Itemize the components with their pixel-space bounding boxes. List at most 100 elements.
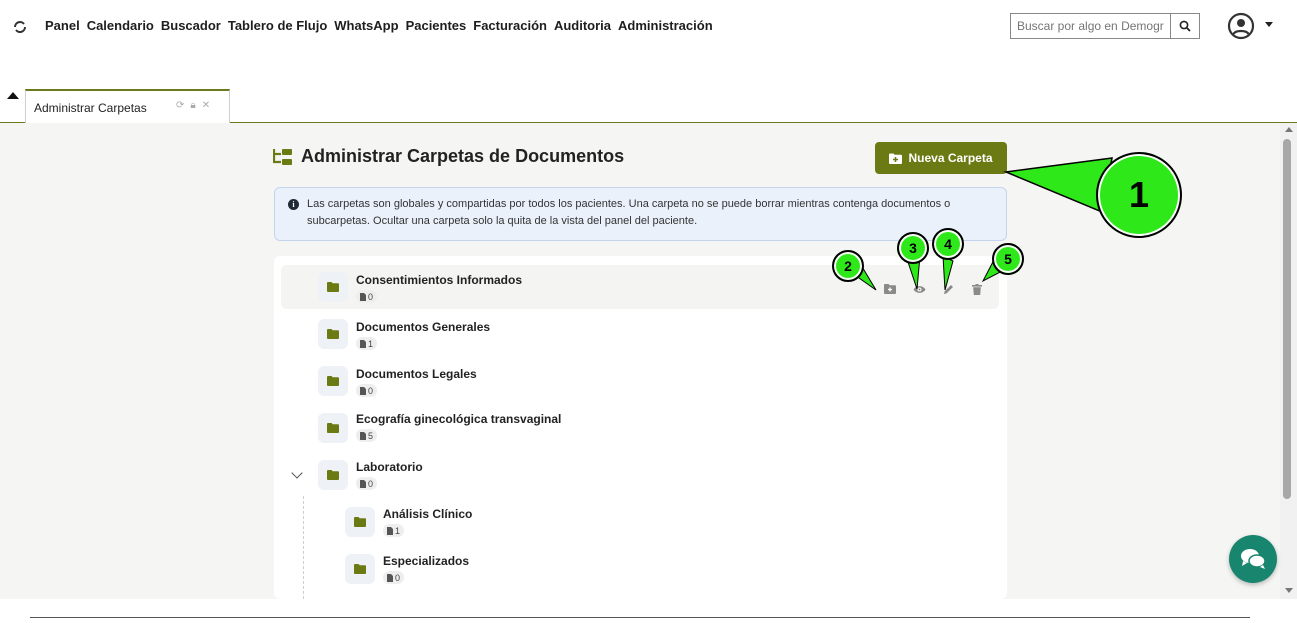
page-title: Administrar Carpetas de Documentos bbox=[301, 146, 625, 166]
file-icon bbox=[360, 386, 366, 395]
folder-icon bbox=[354, 564, 366, 574]
add-subfolder-button[interactable] bbox=[883, 282, 897, 296]
folder-name: Documentos Generales bbox=[356, 320, 491, 334]
folder-icon bbox=[327, 423, 339, 433]
doc-count-badge: 0 bbox=[356, 384, 378, 397]
folder-icon bbox=[327, 282, 339, 292]
nav-item-buscador[interactable]: Buscador bbox=[161, 18, 221, 33]
folder-icon-box bbox=[318, 319, 348, 349]
search-button[interactable] bbox=[1170, 13, 1200, 39]
nav-item-whatsapp[interactable]: WhatsApp bbox=[334, 18, 398, 33]
folder-name: Consentimientos Informados bbox=[356, 273, 523, 287]
tab-administrar-carpetas[interactable]: Administrar Carpetas ⟳ 🔒︎ ✕ bbox=[25, 89, 230, 123]
nav-item-pacientes[interactable]: Pacientes bbox=[406, 18, 467, 33]
user-menu-caret-icon[interactable] bbox=[1265, 22, 1273, 27]
pencil-icon bbox=[943, 284, 953, 294]
refresh-icon[interactable] bbox=[12, 19, 28, 35]
doc-count: 0 bbox=[368, 478, 374, 489]
folder-name: Especializados bbox=[383, 554, 470, 568]
file-icon bbox=[387, 573, 393, 582]
folder-name: Análisis Clínico bbox=[383, 507, 473, 521]
nav-item-tablero-de-flujo[interactable]: Tablero de Flujo bbox=[228, 18, 327, 33]
folder-icon-box bbox=[318, 413, 348, 443]
global-search bbox=[1010, 13, 1200, 39]
toggle-visibility-button[interactable] bbox=[912, 282, 926, 296]
folder-plus-icon bbox=[889, 153, 903, 164]
folder-row-consentimientos-informados[interactable]: Consentimientos Informados 0 bbox=[281, 265, 999, 309]
tab-strip: Administrar Carpetas ⟳ 🔒︎ ✕ bbox=[0, 52, 1297, 123]
callout-2: 2 bbox=[832, 250, 864, 282]
trash-icon bbox=[972, 283, 982, 295]
nav-item-facturacion[interactable]: Facturación bbox=[473, 18, 547, 33]
file-icon bbox=[360, 479, 366, 488]
doc-count-badge: 5 bbox=[356, 429, 378, 442]
doc-count-badge: 0 bbox=[356, 290, 378, 303]
top-navbar: Panel Calendario Buscador Tablero de Flu… bbox=[0, 0, 1297, 52]
doc-count-badge: 0 bbox=[383, 571, 405, 584]
info-icon: i bbox=[288, 199, 299, 210]
search-icon bbox=[1179, 20, 1191, 32]
folder-icon-box bbox=[318, 460, 348, 490]
folder-icon bbox=[354, 517, 366, 527]
folder-row-especializados[interactable]: Especializados 0 bbox=[308, 547, 999, 591]
folder-row-documentos-generales[interactable]: Documentos Generales 1 bbox=[281, 312, 999, 356]
folder-tree-icon bbox=[273, 148, 292, 165]
folder-name: Documentos Legales bbox=[356, 367, 477, 381]
scroll-up-icon[interactable] bbox=[1285, 127, 1293, 132]
page-header: Administrar Carpetas de Documentos bbox=[273, 146, 624, 167]
folder-icon-box bbox=[345, 554, 375, 584]
folder-icon-box bbox=[318, 366, 348, 396]
chat-button[interactable] bbox=[1229, 535, 1277, 583]
doc-count: 1 bbox=[368, 338, 374, 349]
doc-count-badge: 1 bbox=[356, 337, 378, 350]
new-folder-label: Nueva Carpeta bbox=[908, 151, 993, 165]
doc-count: 0 bbox=[395, 572, 401, 583]
file-icon bbox=[360, 431, 366, 440]
eye-icon bbox=[913, 285, 925, 293]
folder-row-analisis-clinico[interactable]: Análisis Clínico 1 bbox=[308, 500, 999, 544]
scrollbar[interactable] bbox=[1280, 123, 1297, 599]
edit-folder-button[interactable] bbox=[941, 282, 955, 296]
collapse-arrow-icon[interactable] bbox=[7, 92, 19, 99]
folder-row-laboratorio[interactable]: Laboratorio 0 bbox=[281, 453, 999, 497]
callout-5: 5 bbox=[992, 243, 1024, 275]
nav-item-administracion[interactable]: Administración bbox=[618, 18, 713, 33]
doc-count-badge: 1 bbox=[383, 524, 405, 537]
tab-label: Administrar Carpetas bbox=[34, 101, 147, 115]
folder-icon bbox=[327, 470, 339, 480]
folder-icon-box bbox=[345, 507, 375, 537]
folder-name: Laboratorio bbox=[356, 460, 423, 474]
tab-controls: ⟳ 🔒︎ ✕ bbox=[176, 100, 210, 111]
scrollbar-thumb[interactable] bbox=[1283, 139, 1291, 499]
folder-icon bbox=[327, 329, 339, 339]
folder-list-panel: Consentimientos Informados 0 Documentos … bbox=[274, 256, 1007, 599]
doc-count: 0 bbox=[368, 385, 374, 396]
search-input[interactable] bbox=[1010, 13, 1170, 39]
info-alert: i Las carpetas son globales y compartida… bbox=[274, 187, 1007, 241]
tab-lock-icon[interactable]: 🔒︎ bbox=[190, 100, 195, 111]
folder-name: Ecografía ginecológica transvaginal bbox=[356, 412, 562, 426]
callout-1: 1 bbox=[1096, 152, 1182, 238]
tab-close-icon[interactable]: ✕ bbox=[202, 100, 210, 111]
delete-folder-button[interactable] bbox=[970, 282, 984, 296]
scroll-down-icon[interactable] bbox=[1285, 588, 1293, 593]
folder-row-ecografia[interactable]: Ecografía ginecológica transvaginal 5 bbox=[281, 406, 999, 450]
file-icon bbox=[387, 526, 393, 535]
new-folder-button[interactable]: Nueva Carpeta bbox=[875, 142, 1007, 174]
doc-count: 5 bbox=[368, 430, 374, 441]
nav-item-panel[interactable]: Panel bbox=[45, 18, 80, 33]
tab-refresh-icon[interactable]: ⟳ bbox=[176, 100, 184, 111]
folder-actions bbox=[883, 282, 984, 296]
nav-item-auditoria[interactable]: Auditoria bbox=[554, 18, 611, 33]
file-icon bbox=[360, 339, 366, 348]
chat-icon bbox=[1241, 549, 1266, 569]
folder-icon-box bbox=[318, 272, 348, 302]
user-circle-icon[interactable] bbox=[1227, 12, 1255, 40]
nav-item-calendario[interactable]: Calendario bbox=[87, 18, 154, 33]
folder-row-documentos-legales[interactable]: Documentos Legales 0 bbox=[281, 359, 999, 403]
callout-3: 3 bbox=[897, 232, 929, 264]
tree-connector bbox=[303, 496, 304, 599]
folder-plus-icon bbox=[884, 284, 896, 294]
doc-count-badge: 0 bbox=[356, 477, 378, 490]
callout-4: 4 bbox=[932, 228, 964, 260]
